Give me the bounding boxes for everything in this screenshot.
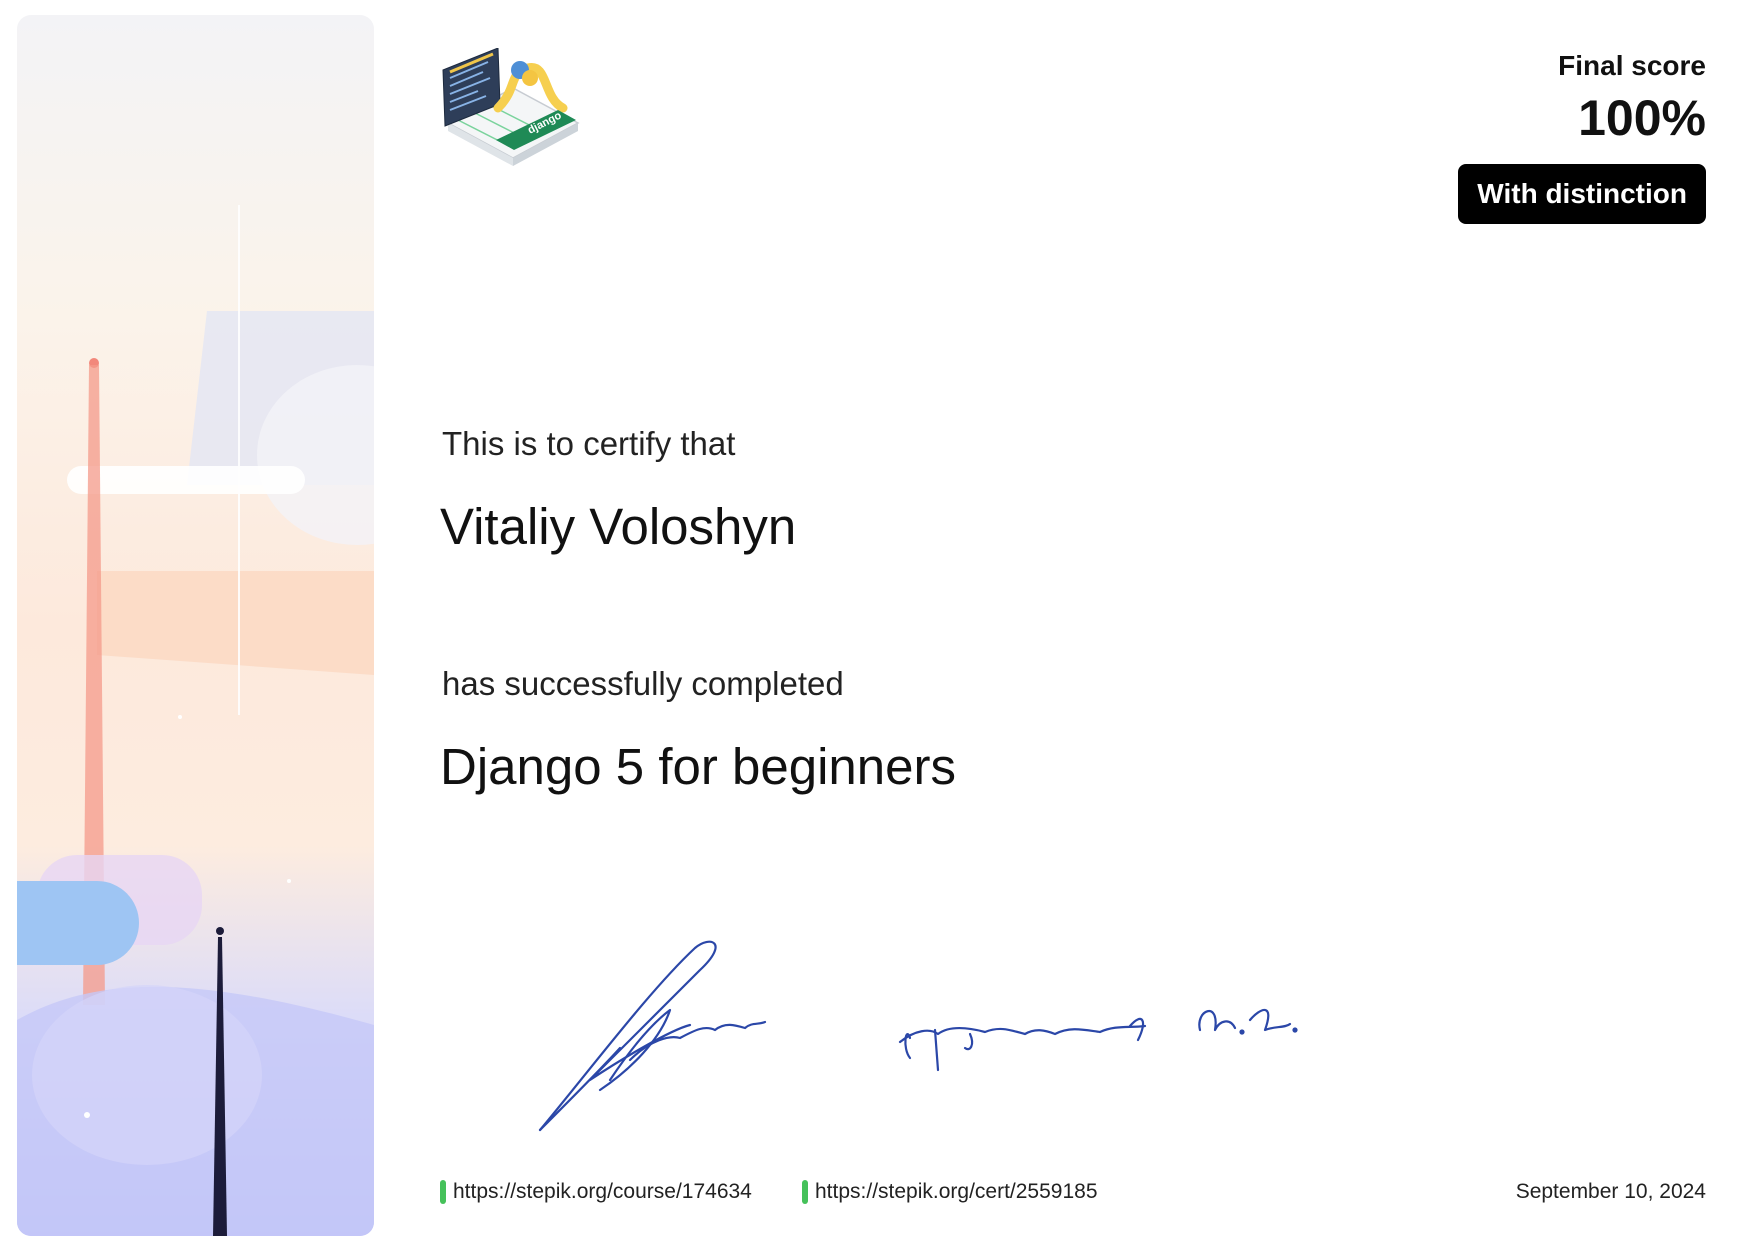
course-title: Django 5 for beginners: [440, 738, 957, 795]
green-marker-icon: [440, 1180, 446, 1204]
course-link[interactable]: https://stepik.org/course/174634: [440, 1180, 752, 1204]
decorative-side-panel: [17, 15, 374, 1236]
certificate-link-text[interactable]: https://stepik.org/cert/2559185: [815, 1180, 1098, 1204]
course-link-text[interactable]: https://stepik.org/course/174634: [453, 1180, 752, 1204]
certificate-footer: https://stepik.org/course/174634 https:/…: [440, 1180, 1706, 1210]
handwritten-signature: [530, 930, 1410, 1145]
score-block: Final score 100% With distinction: [1458, 48, 1706, 224]
django-course-logo: django: [438, 47, 588, 180]
green-marker-icon: [802, 1180, 808, 1204]
distinction-badge: With distinction: [1458, 164, 1706, 224]
certificate-link[interactable]: https://stepik.org/cert/2559185: [802, 1180, 1098, 1204]
completion-statement: has successfully completed: [442, 665, 844, 702]
final-score-label: Final score: [1558, 50, 1706, 81]
certify-statement: This is to certify that: [442, 425, 736, 462]
issue-date: September 10, 2024: [1515, 1180, 1706, 1203]
final-score-value: 100%: [1578, 90, 1706, 146]
abstract-illustration: [17, 205, 374, 1236]
recipient-name: Vitaliy Voloshyn: [440, 498, 797, 555]
